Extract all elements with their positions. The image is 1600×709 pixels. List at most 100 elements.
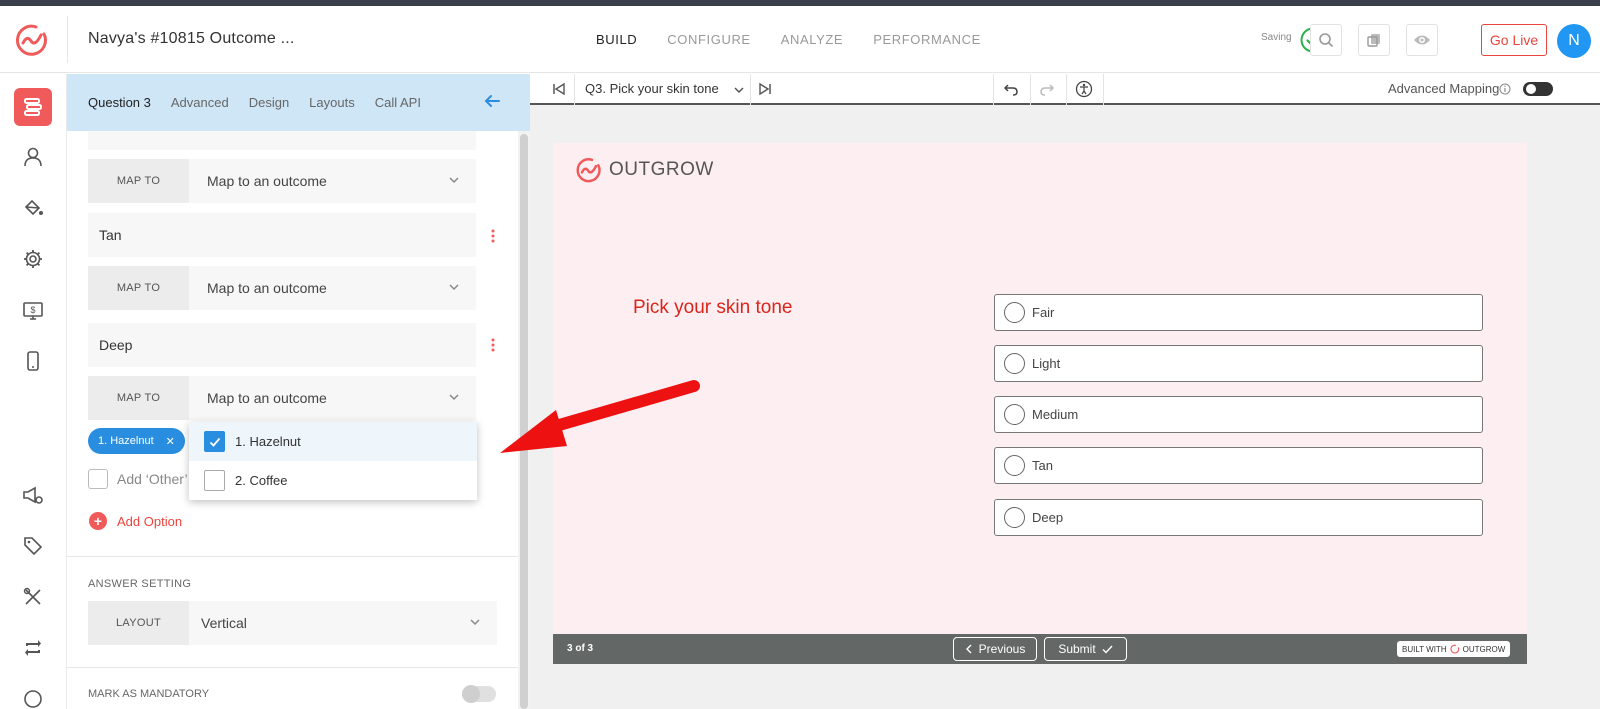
layout-select[interactable]: Vertical xyxy=(189,601,497,645)
submit-label: Submit xyxy=(1058,642,1096,656)
chevron-down-icon[interactable] xyxy=(733,84,745,96)
dropdown-item-label: 2. Coffee xyxy=(235,473,288,488)
sidebar-item-mobile[interactable] xyxy=(14,342,52,380)
radio-button[interactable] xyxy=(1004,455,1025,476)
tab-design[interactable]: Design xyxy=(249,95,289,110)
chevron-down-icon xyxy=(449,177,459,184)
preview-button[interactable] xyxy=(1406,24,1438,56)
skip-back-icon[interactable] xyxy=(552,82,566,96)
skip-forward-icon[interactable] xyxy=(758,82,772,96)
go-live-button[interactable]: Go Live xyxy=(1481,24,1547,56)
chevron-left-icon xyxy=(965,644,972,654)
paint-bucket-icon xyxy=(24,199,43,216)
sidebar-item-integrations[interactable] xyxy=(14,629,52,667)
nav-build[interactable]: BUILD xyxy=(596,32,637,47)
sidebar-item-design[interactable] xyxy=(14,189,52,227)
user-avatar[interactable]: N xyxy=(1557,24,1591,58)
choice-medium[interactable]: Medium xyxy=(994,396,1483,433)
divider xyxy=(67,667,518,668)
duplicate-button[interactable] xyxy=(1358,24,1390,56)
map-to-row[interactable]: MAP TO Map to an outcome xyxy=(88,159,476,203)
sidebar-item-help[interactable] xyxy=(14,680,52,709)
nav-configure[interactable]: CONFIGURE xyxy=(667,32,750,47)
previous-label: Previous xyxy=(978,642,1026,656)
page-count: 3 of 3 xyxy=(567,643,594,654)
tab-call-api[interactable]: Call API xyxy=(375,95,421,110)
question-select[interactable]: Q3. Pick your skin tone xyxy=(585,81,719,96)
sidebar-item-payments[interactable]: $ xyxy=(14,292,52,330)
map-to-select[interactable]: Map to an outcome xyxy=(189,159,476,203)
main-nav: BUILD CONFIGURE ANALYZE PERFORMANCE xyxy=(596,32,981,47)
nav-performance[interactable]: PERFORMANCE xyxy=(873,32,981,47)
outgrow-logo-icon[interactable] xyxy=(14,22,50,58)
choice-light[interactable]: Light xyxy=(994,345,1483,382)
close-icon[interactable]: ✕ xyxy=(166,435,175,448)
option-field-tan[interactable]: Tan xyxy=(88,213,476,257)
search-button[interactable] xyxy=(1310,24,1342,56)
add-option-button[interactable]: + Add Option xyxy=(89,512,182,530)
project-title[interactable]: Navya's #10815 Outcome ... xyxy=(88,30,295,48)
option-label: Tan xyxy=(99,227,122,243)
checkbox-checked[interactable] xyxy=(204,431,225,452)
checkbox-unchecked[interactable] xyxy=(204,470,225,491)
nav-analyze[interactable]: ANALYZE xyxy=(781,32,843,47)
built-with-badge[interactable]: BUILT WITH OUTGROW xyxy=(1397,641,1511,657)
add-other-label: Add ‘Other’ xyxy=(117,471,188,487)
built-with-brand: OUTGROW xyxy=(1462,644,1506,654)
radio-button[interactable] xyxy=(1004,404,1025,425)
toolbar-separator xyxy=(1103,74,1104,105)
sidebar-item-build[interactable] xyxy=(14,88,52,126)
previous-button[interactable]: Previous xyxy=(953,637,1037,661)
layout-label: LAYOUT xyxy=(88,601,189,645)
sidebar-item-tags[interactable] xyxy=(14,527,52,565)
submit-button[interactable]: Submit xyxy=(1044,637,1127,661)
dropdown-item-label: 1. Hazelnut xyxy=(235,434,301,449)
map-to-value: Map to an outcome xyxy=(207,280,327,296)
chevron-down-icon xyxy=(449,394,459,401)
plus-circle-icon: + xyxy=(89,512,107,530)
dropdown-item-hazelnut[interactable]: 1. Hazelnut xyxy=(189,422,477,461)
radio-button[interactable] xyxy=(1004,302,1025,323)
map-to-label: MAP TO xyxy=(88,266,189,310)
chevron-down-icon xyxy=(470,619,480,626)
map-to-value: Map to an outcome xyxy=(207,390,327,406)
map-to-row-deep[interactable]: MAP TO Map to an outcome xyxy=(88,376,476,420)
map-to-row[interactable]: MAP TO Map to an outcome xyxy=(88,266,476,310)
arrow-left-icon[interactable] xyxy=(483,92,501,110)
sidebar-item-leads[interactable] xyxy=(14,138,52,176)
tab-layouts[interactable]: Layouts xyxy=(309,95,355,110)
outgrow-logo-icon xyxy=(576,158,601,183)
panel-scrollbar-thumb[interactable] xyxy=(520,134,528,709)
eye-icon xyxy=(1414,35,1430,45)
radio-button[interactable] xyxy=(1004,507,1025,528)
info-icon[interactable] xyxy=(1499,83,1511,95)
sidebar-item-settings[interactable] xyxy=(14,240,52,278)
choice-fair[interactable]: Fair xyxy=(994,294,1483,331)
more-vertical-icon[interactable] xyxy=(491,229,495,243)
advanced-mapping-toggle[interactable] xyxy=(1523,82,1553,96)
undo-icon[interactable] xyxy=(1003,81,1019,97)
tab-question-3[interactable]: Question 3 xyxy=(88,95,151,110)
choice-tan[interactable]: Tan xyxy=(994,447,1483,484)
dropdown-item-coffee[interactable]: 2. Coffee xyxy=(189,461,477,500)
layout-value: Vertical xyxy=(201,615,247,631)
selected-outcome-chip[interactable]: 1. Hazelnut ✕ xyxy=(88,428,185,454)
option-label: Deep xyxy=(99,337,133,353)
tab-advanced[interactable]: Advanced xyxy=(171,95,229,110)
map-to-select[interactable]: Map to an outcome xyxy=(189,266,476,310)
sidebar-item-promote[interactable] xyxy=(14,476,52,514)
option-field-deep[interactable]: Deep xyxy=(88,323,476,367)
choice-deep[interactable]: Deep xyxy=(994,499,1483,536)
map-to-select[interactable]: Map to an outcome xyxy=(189,376,476,420)
search-icon xyxy=(1319,33,1334,48)
mandatory-toggle[interactable] xyxy=(462,685,496,703)
calculator-preview: OUTGROW Pick your skin tone Fair Light M… xyxy=(553,143,1527,664)
add-other-checkbox[interactable] xyxy=(88,469,108,489)
map-to-label: MAP TO xyxy=(88,376,189,420)
radio-button[interactable] xyxy=(1004,353,1025,374)
accessibility-icon[interactable] xyxy=(1075,80,1093,98)
redo-icon[interactable] xyxy=(1039,81,1055,97)
sidebar-item-tools[interactable] xyxy=(14,578,52,616)
layout-row[interactable]: LAYOUT Vertical xyxy=(88,601,497,645)
more-vertical-icon[interactable] xyxy=(491,338,495,352)
